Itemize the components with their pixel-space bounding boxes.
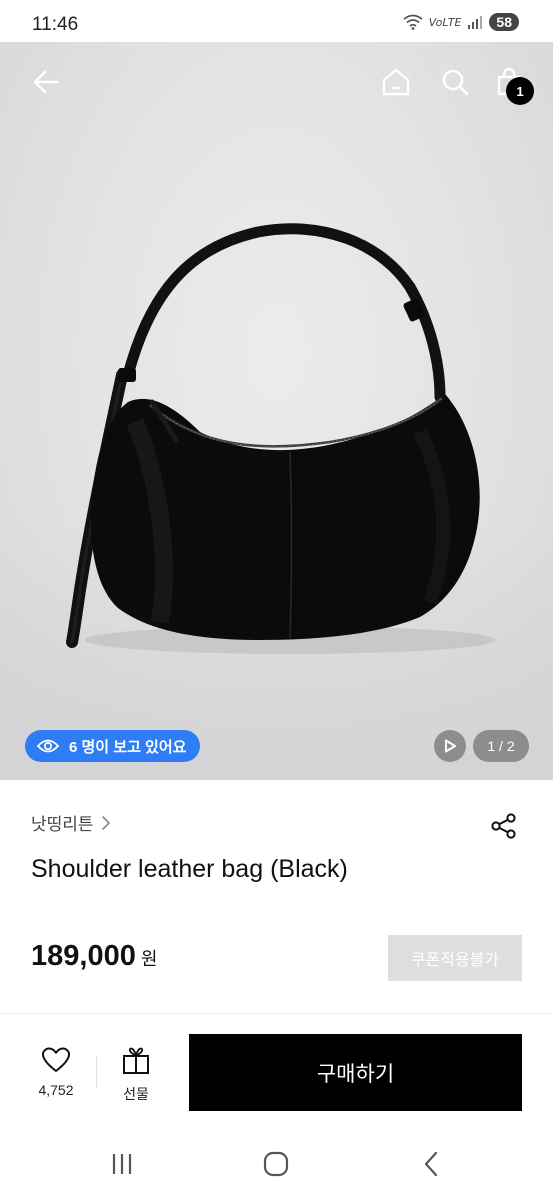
like-count: 4,752 [38, 1082, 74, 1098]
action-divider [96, 1055, 97, 1089]
home-icon [382, 68, 410, 96]
buy-button[interactable]: 구매하기 [189, 1034, 522, 1111]
chevron-right-icon [101, 815, 110, 830]
recent-apps-button[interactable] [102, 1148, 142, 1180]
gift-button[interactable]: 선물 [110, 1046, 162, 1104]
recent-apps-icon [112, 1154, 132, 1174]
system-nav-bar [0, 1130, 553, 1200]
product-image-gallery[interactable] [0, 42, 553, 780]
viewers-text: 6 명이 보고 있어요 [69, 738, 187, 756]
image-page-indicator: 1 / 2 [473, 730, 529, 762]
product-title: Shoulder leather bag (Black) [31, 855, 348, 883]
signal-icon [468, 16, 483, 29]
wifi-icon [403, 14, 423, 30]
like-button[interactable]: 4,752 [30, 1046, 82, 1098]
search-icon [442, 69, 469, 96]
play-icon [445, 739, 456, 753]
status-icons: VoLTE 58 [403, 13, 519, 31]
gift-label: 선물 [123, 1086, 149, 1102]
back-button[interactable] [26, 62, 66, 102]
chevron-left-icon [424, 1151, 438, 1177]
system-back-button[interactable] [412, 1148, 452, 1180]
price-currency: 원 [140, 949, 158, 969]
arrow-left-icon [33, 70, 59, 94]
product-price: 189,000 원 [31, 940, 157, 973]
eye-icon [37, 739, 59, 753]
product-image [66, 223, 495, 654]
battery-indicator: 58 [489, 13, 519, 31]
home-button[interactable] [376, 62, 416, 102]
brand-name: 낫띵리튼 [31, 815, 94, 834]
cart-count-badge: 1 [506, 77, 534, 105]
price-value: 189,000 [31, 940, 136, 972]
gift-icon [123, 1047, 149, 1074]
system-home-button[interactable] [256, 1148, 296, 1180]
search-button[interactable] [435, 62, 475, 102]
heart-icon [42, 1047, 70, 1072]
viewers-badge: 6 명이 보고 있어요 [25, 730, 201, 762]
slideshow-play-button[interactable] [434, 730, 466, 762]
section-divider [0, 1013, 553, 1014]
share-icon [491, 813, 516, 839]
brand-link[interactable]: 낫띵리튼 [31, 810, 112, 835]
share-button[interactable] [488, 810, 520, 842]
status-bar: 11:46 VoLTE 58 [0, 0, 553, 42]
circle-home-icon [263, 1151, 289, 1177]
status-time: 11:46 [32, 14, 79, 35]
coupon-unavailable-button: 쿠폰적용불가 [388, 935, 522, 981]
volte-indicator: VoLTE [428, 15, 462, 29]
